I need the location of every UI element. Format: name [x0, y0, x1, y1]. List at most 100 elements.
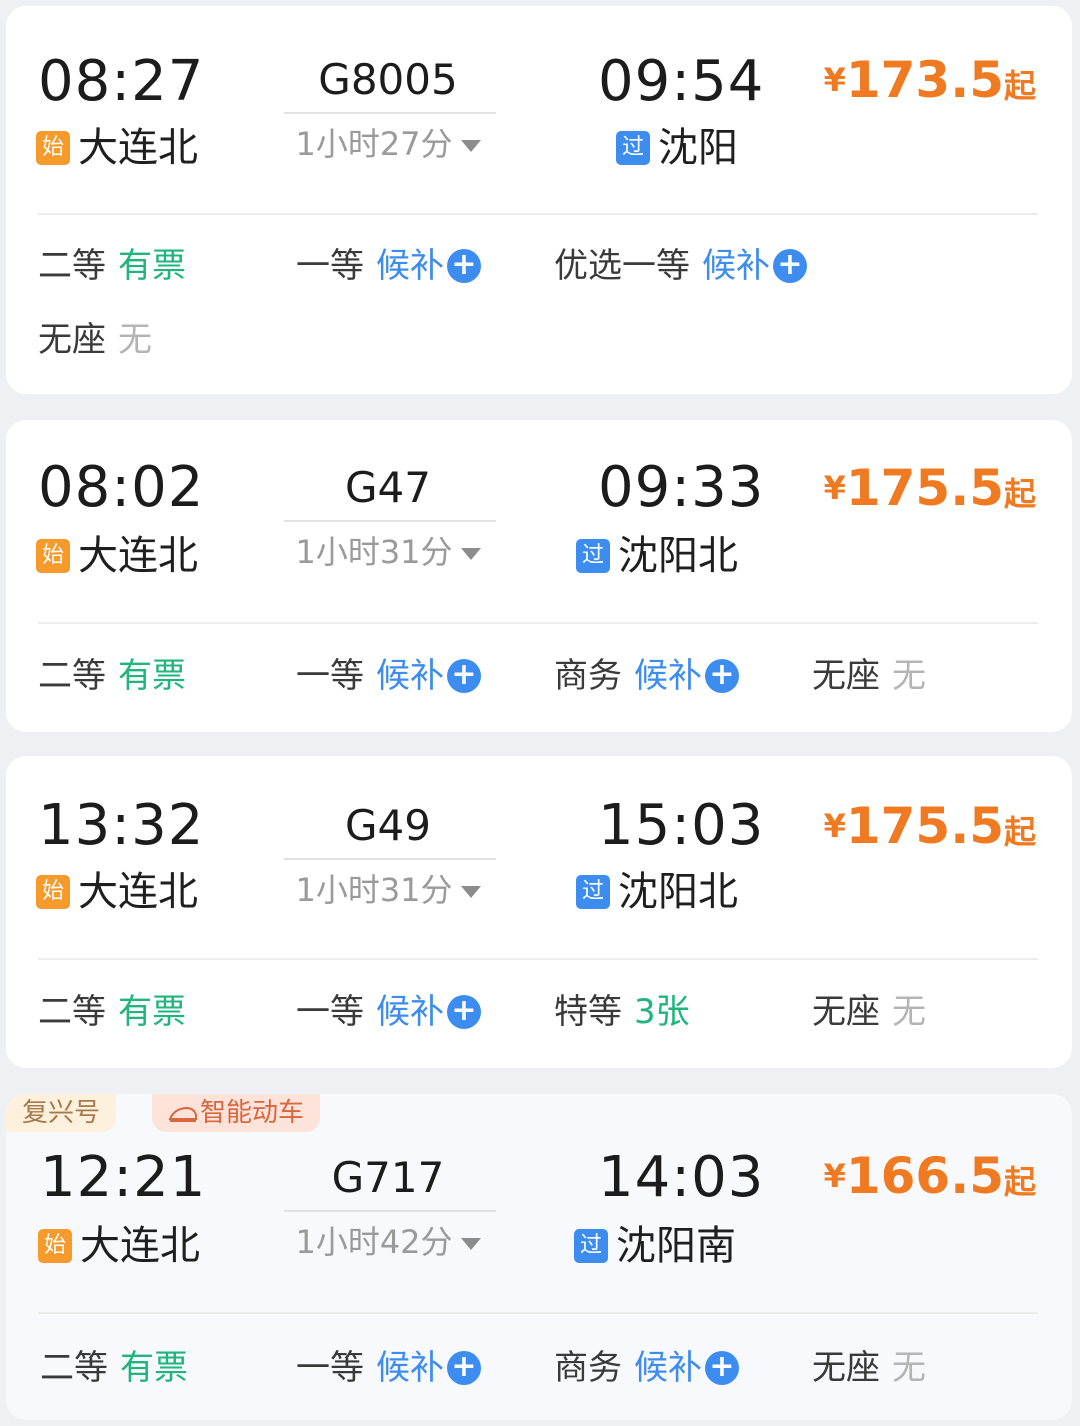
seat-class-label: 特等 [554, 992, 622, 1032]
arrival-station-name: 沈阳北 [618, 533, 738, 579]
seat-standing[interactable]: 无座无 [38, 318, 152, 362]
train-card[interactable]: 08:02 始 大连北 G47 1小时31分 09:33 过 沈阳北 ¥175.… [6, 420, 1072, 732]
train-number: G49 [345, 801, 431, 850]
number-underline [284, 520, 496, 522]
train-card[interactable]: 13:32 始 大连北 G49 1小时31分 15:03 过 沈阳北 ¥175.… [6, 756, 1072, 1068]
seat-class-label: 无座 [812, 656, 880, 696]
arrival-time: 15:03 [598, 793, 765, 858]
seat-standing[interactable]: 无座无 [812, 1346, 926, 1390]
price-suffix: 起 [1003, 1163, 1036, 1201]
pass-tag: 过 [576, 539, 610, 573]
departure-station-name: 大连北 [78, 869, 198, 915]
plus-circle-icon[interactable]: + [705, 1351, 739, 1385]
arrival-station-name: 沈阳北 [618, 869, 738, 915]
seat-standing[interactable]: 无座无 [812, 654, 926, 698]
plus-circle-icon[interactable]: + [447, 995, 481, 1029]
seat-business-class[interactable]: 商务 候补 + [554, 654, 739, 698]
seat-first-class[interactable]: 一等 候补 + [296, 1346, 481, 1390]
caret-down-icon [460, 886, 481, 898]
seat-status: 候补 [376, 656, 444, 696]
seat-second-class[interactable]: 二等 有票 [40, 1346, 188, 1390]
duration-toggle[interactable]: 1小时42分 [278, 1222, 498, 1262]
fuxing-badge: 复兴号 [6, 1094, 117, 1132]
seat-status: 候补 [376, 1348, 444, 1388]
seat-class-label: 一等 [296, 656, 364, 696]
departure-station: 始 大连北 [36, 532, 198, 580]
seat-class-label: 一等 [296, 992, 364, 1032]
seat-status: 候补 [634, 656, 702, 696]
arrival-station: 过 沈阳 [616, 124, 738, 172]
duration-toggle[interactable]: 1小时31分 [278, 870, 498, 910]
origin-tag: 始 [36, 875, 70, 909]
seat-status: 无 [118, 320, 152, 360]
arrival-station: 过 沈阳北 [576, 532, 738, 580]
seat-first-class[interactable]: 一等 候补 + [296, 244, 481, 288]
currency-symbol: ¥ [823, 469, 846, 507]
seat-class-label: 二等 [38, 992, 106, 1032]
duration-toggle[interactable]: 1小时31分 [278, 532, 498, 572]
train-list: 08:27 始 大连北 G8005 1小时27分 09:54 过 沈阳 ¥173… [0, 0, 1080, 1426]
price: ¥166.5起 [824, 1146, 1036, 1212]
plus-circle-icon[interactable]: + [705, 659, 739, 693]
departure-station-name: 大连北 [78, 125, 198, 171]
departure-station: 始 大连北 [36, 124, 198, 172]
seat-status: 无 [892, 656, 926, 696]
seat-first-class[interactable]: 一等 候补 + [296, 654, 481, 698]
divider [38, 622, 1038, 624]
arrival-station-name: 沈阳南 [616, 1223, 736, 1269]
seat-status: 候补 [376, 992, 444, 1032]
duration-text: 1小时31分 [295, 533, 453, 571]
seat-premium-class[interactable]: 特等 3张 [554, 990, 690, 1034]
train-icon [168, 1106, 197, 1122]
duration-text: 1小时27分 [295, 125, 453, 163]
seat-status: 有票 [118, 992, 186, 1032]
seat-class-label: 二等 [40, 1348, 108, 1388]
seat-status: 候补 [702, 246, 770, 286]
train-number: G717 [331, 1153, 445, 1202]
seat-premium-first-class[interactable]: 优选一等 候补 + [554, 244, 807, 288]
seat-business-class[interactable]: 商务 候补 + [554, 1346, 739, 1390]
seat-second-class[interactable]: 二等 有票 [38, 654, 186, 698]
arrival-station-name: 沈阳 [658, 125, 738, 171]
departure-station: 始 大连北 [36, 868, 198, 916]
number-underline [284, 1210, 496, 1212]
departure-station-name: 大连北 [80, 1223, 200, 1269]
plus-circle-icon[interactable]: + [447, 249, 481, 283]
price-suffix: 起 [1003, 67, 1036, 105]
seat-class-label: 一等 [296, 1348, 364, 1388]
seat-standing[interactable]: 无座无 [812, 990, 926, 1034]
origin-tag: 始 [36, 539, 70, 573]
seat-status: 3张 [634, 992, 690, 1032]
price-suffix: 起 [1003, 813, 1036, 851]
seat-first-class[interactable]: 一等 候补 + [296, 990, 481, 1034]
seat-second-class[interactable]: 二等 有票 [38, 990, 186, 1034]
train-card[interactable]: 08:27 始 大连北 G8005 1小时27分 09:54 过 沈阳 ¥173… [6, 6, 1072, 394]
divider [38, 958, 1038, 960]
pass-tag: 过 [576, 875, 610, 909]
train-card[interactable]: 复兴号 智能动车 12:21 始 大连北 G717 1小时42分 14:03 过… [6, 1094, 1072, 1420]
divider [38, 213, 1038, 215]
seat-class-label: 无座 [38, 320, 106, 360]
currency-symbol: ¥ [823, 807, 846, 845]
plus-circle-icon[interactable]: + [773, 249, 807, 283]
number-underline [284, 112, 496, 114]
duration-toggle[interactable]: 1小时27分 [278, 124, 498, 164]
price-value: 173.5 [845, 51, 1004, 109]
price: ¥175.5起 [824, 796, 1036, 862]
seat-status: 有票 [118, 656, 186, 696]
price-suffix: 起 [1003, 475, 1036, 513]
smart-train-label: 智能动车 [200, 1098, 305, 1128]
seat-status: 候补 [634, 1348, 702, 1388]
pass-tag: 过 [574, 1229, 608, 1263]
plus-circle-icon[interactable]: + [447, 659, 481, 693]
arrival-time: 09:54 [598, 49, 765, 114]
seat-second-class[interactable]: 二等 有票 [38, 244, 186, 288]
train-number: G47 [345, 463, 431, 512]
seat-status: 有票 [118, 246, 186, 286]
caret-down-icon [460, 548, 481, 560]
plus-circle-icon[interactable]: + [447, 1351, 481, 1385]
seat-class-label: 商务 [554, 656, 622, 696]
departure-time: 08:02 [38, 455, 205, 520]
departure-time: 12:21 [40, 1145, 207, 1210]
arrival-time: 09:33 [598, 455, 765, 520]
